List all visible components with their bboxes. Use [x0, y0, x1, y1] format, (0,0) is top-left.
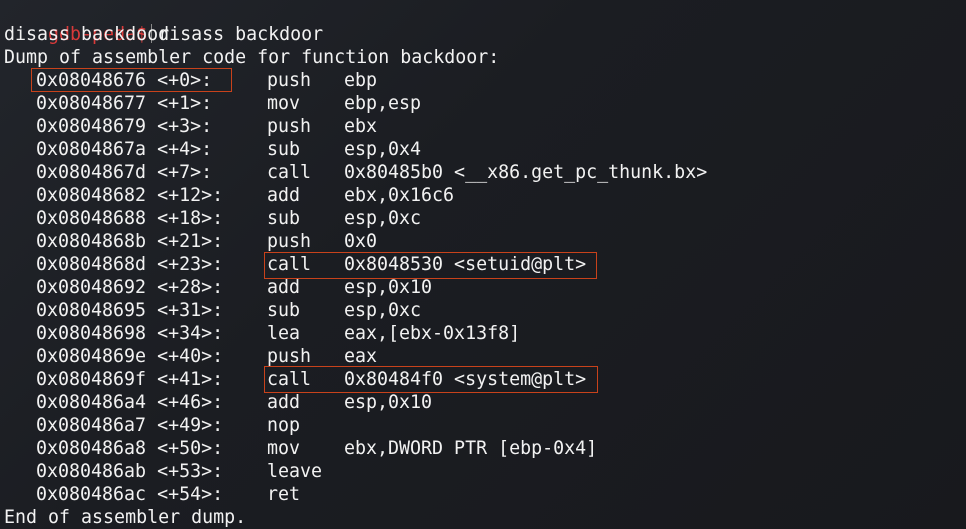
asm-operands: 0x8048530 <setuid@plt>: [344, 254, 587, 275]
asm-row: 0x0804868b <+21>: push 0x0: [0, 230, 966, 253]
asm-address: 0x0804869e <+40>:: [36, 346, 224, 367]
asm-row: 0x08048695 <+31>: sub esp,0xc: [0, 299, 966, 322]
asm-address: 0x08048677 <+1>:: [36, 93, 213, 114]
asm-row: 0x080486a8 <+50>: mov ebx,DWORD PTR [ebp-0…: [0, 437, 966, 460]
asm-mnemonic: ret: [267, 484, 301, 505]
asm-operands: esp,0xc: [344, 208, 422, 229]
asm-address: 0x0804867d <+7>:: [36, 162, 213, 183]
asm-address: 0x080486ac <+54>:: [36, 484, 224, 505]
asm-address: 0x080486ab <+53>:: [36, 461, 224, 482]
asm-operands: ebp,esp: [344, 93, 422, 114]
asm-address: 0x0804868d <+23>:: [36, 254, 224, 275]
asm-operands: 0x80484f0 <system@plt>: [344, 369, 587, 390]
asm-row: 0x08048679 <+3>: push ebx: [0, 115, 966, 138]
asm-mnemonic: lea: [267, 323, 301, 344]
asm-address: 0x08048695 <+31>:: [36, 300, 224, 321]
asm-operands: ebp: [344, 70, 378, 91]
terminal-window[interactable]: gdb-peda$ disass backdoor disass backdoor…: [0, 0, 966, 529]
asm-mnemonic: sub: [267, 300, 301, 321]
asm-mnemonic: sub: [267, 208, 301, 229]
prompt-line: gdb-peda$ disass backdoor: [4, 0, 323, 45]
asm-operands: ebx,0x16c6: [344, 185, 455, 206]
asm-operands: esp,0xc: [344, 300, 422, 321]
dump-header: Dump of assembler code for function back…: [4, 47, 500, 68]
asm-address: 0x08048698 <+34>:: [36, 323, 224, 344]
asm-row: 0x0804869e <+40>: push eax: [0, 345, 966, 368]
asm-mnemonic: leave: [267, 461, 323, 482]
asm-row: 0x08048677 <+1>: mov ebp,esp: [0, 92, 966, 115]
asm-operands: esp,0x4: [344, 139, 422, 160]
asm-row: 0x080486a4 <+46>: add esp,0x10: [0, 391, 966, 414]
asm-address: 0x08048676 <+0>:: [36, 70, 213, 91]
asm-operands: esp,0x10: [344, 392, 433, 413]
asm-row: 0x0804868d <+23>: call 0x8048530 <setuid@p…: [0, 253, 966, 276]
asm-address: 0x080486a7 <+49>:: [36, 415, 224, 436]
asm-row: 0x08048688 <+18>: sub esp,0xc: [0, 207, 966, 230]
asm-mnemonic: add: [267, 392, 301, 413]
asm-row: 0x0804869f <+41>: call 0x80484f0 <system@p…: [0, 368, 966, 391]
asm-operands: esp,0x10: [344, 277, 433, 298]
asm-operands: ebx,DWORD PTR [ebp-0x4]: [344, 438, 598, 459]
dump-footer: End of assembler dump.: [4, 507, 247, 528]
asm-row: 0x0804867d <+7>: call 0x80485b0 <__x86.get…: [0, 161, 966, 184]
asm-row: 0x080486ac <+54>: ret: [0, 483, 966, 506]
asm-row: 0x08048682 <+12>: add ebx,0x16c6: [0, 184, 966, 207]
asm-address: 0x080486a4 <+46>:: [36, 392, 224, 413]
asm-address: 0x08048679 <+3>:: [36, 116, 213, 137]
asm-row: 0x0804867a <+4>: sub esp,0x4: [0, 138, 966, 161]
command-text: disass backdoor: [158, 24, 324, 45]
asm-address: 0x08048682 <+12>:: [36, 185, 224, 206]
asm-mnemonic: call: [267, 254, 312, 275]
asm-address: 0x0804867a <+4>:: [36, 139, 213, 160]
asm-address: 0x080486a8 <+50>:: [36, 438, 224, 459]
asm-mnemonic: push: [267, 116, 312, 137]
asm-mnemonic: nop: [267, 415, 301, 436]
command-echo: disass backdoor: [4, 24, 170, 45]
asm-operands: eax: [344, 346, 378, 367]
asm-address: 0x08048692 <+28>:: [36, 277, 224, 298]
asm-mnemonic: push: [267, 231, 312, 252]
asm-mnemonic: push: [267, 70, 312, 91]
asm-mnemonic: push: [267, 346, 312, 367]
asm-address: 0x0804868b <+21>:: [36, 231, 224, 252]
asm-row: 0x08048676 <+0>: push ebp: [0, 69, 966, 92]
asm-mnemonic: add: [267, 277, 301, 298]
asm-row: 0x08048698 <+34>: lea eax,[ebx-0x13f8]: [0, 322, 966, 345]
asm-operands: 0x80485b0 <__x86.get_pc_thunk.bx>: [344, 162, 708, 183]
asm-mnemonic: mov: [267, 438, 301, 459]
asm-mnemonic: sub: [267, 139, 301, 160]
asm-mnemonic: mov: [267, 93, 301, 114]
asm-mnemonic: add: [267, 185, 301, 206]
asm-operands: ebx: [344, 116, 378, 137]
asm-row: 0x080486a7 <+49>: nop: [0, 414, 966, 437]
asm-row: 0x08048692 <+28>: add esp,0x10: [0, 276, 966, 299]
asm-mnemonic: call: [267, 369, 312, 390]
asm-address: 0x0804869f <+41>:: [36, 369, 224, 390]
asm-operands: eax,[ebx-0x13f8]: [344, 323, 521, 344]
asm-mnemonic: call: [267, 162, 312, 183]
asm-row: 0x080486ab <+53>: leave: [0, 460, 966, 483]
asm-address: 0x08048688 <+18>:: [36, 208, 224, 229]
asm-operands: 0x0: [344, 231, 378, 252]
